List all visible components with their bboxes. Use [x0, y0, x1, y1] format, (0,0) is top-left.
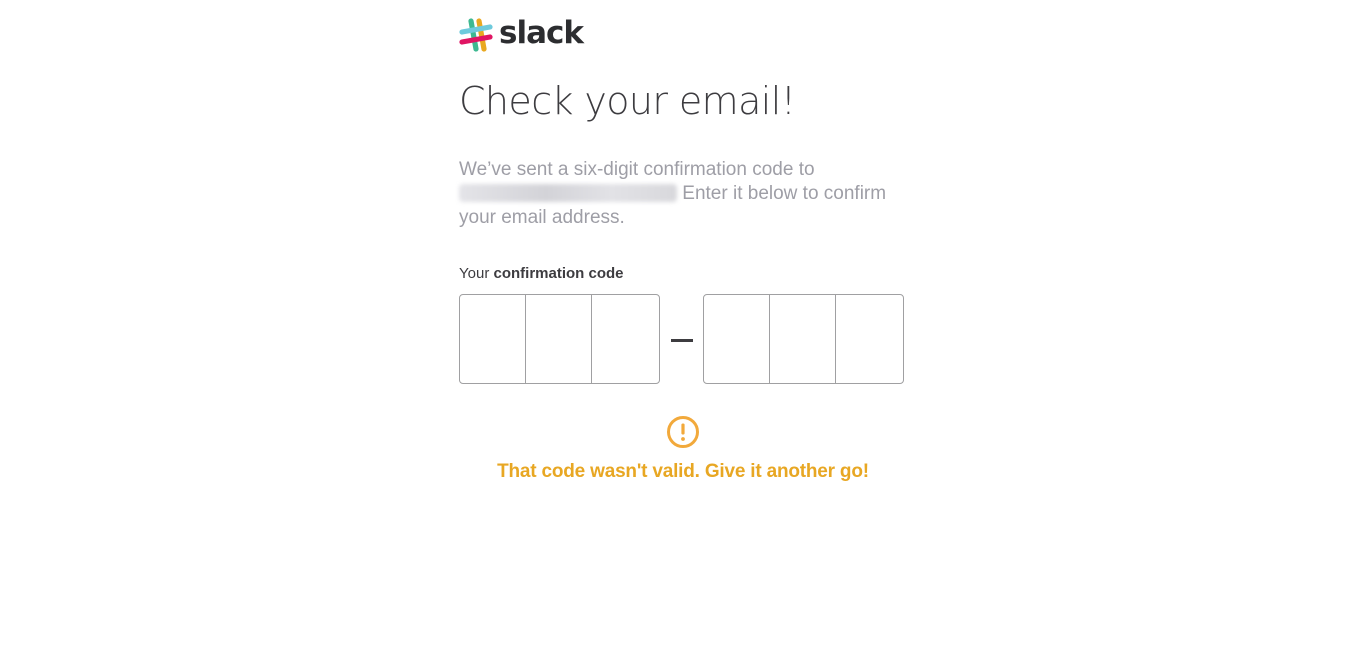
- code-group-first: [459, 294, 660, 384]
- code-separator: [660, 324, 703, 354]
- redacted-email: [459, 184, 677, 202]
- code-digit-3[interactable]: [592, 295, 659, 383]
- code-label: Your confirmation code: [459, 265, 624, 282]
- page-title: Check your email!: [459, 79, 796, 123]
- code-label-prefix: Your: [459, 265, 494, 282]
- code-digit-4[interactable]: [704, 295, 770, 383]
- code-digit-5[interactable]: [770, 295, 836, 383]
- error-message: That code wasn't valid. Give it another …: [497, 461, 869, 482]
- code-digit-2[interactable]: [526, 295, 592, 383]
- code-separator-bar: [670, 338, 693, 342]
- slack-wordmark: slack: [499, 14, 584, 51]
- code-digit-1[interactable]: [460, 295, 526, 383]
- code-group-second: [703, 294, 904, 384]
- error-message-block: That code wasn't valid. Give it another …: [459, 415, 907, 483]
- description-before: We’ve sent a six-digit confirmation code…: [459, 159, 815, 180]
- code-label-bold: confirmation code: [493, 265, 624, 282]
- exclamation-circle-icon: [667, 416, 699, 448]
- page-description: We’ve sent a six-digit confirmation code…: [459, 158, 904, 230]
- slack-logo: slack: [459, 14, 584, 55]
- code-input-row: [459, 294, 904, 384]
- slack-hash-icon: [459, 18, 493, 52]
- code-digit-6[interactable]: [836, 295, 903, 383]
